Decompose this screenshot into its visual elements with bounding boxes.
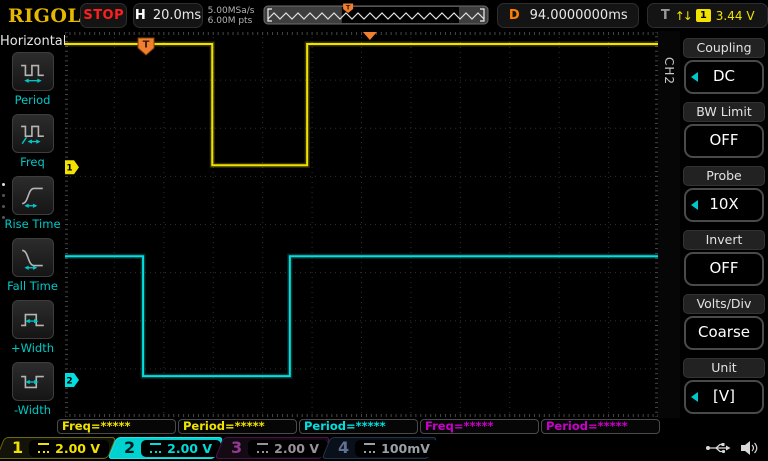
softkey-width[interactable]: -Width xyxy=(4,362,60,424)
brand-logo: RIGOL xyxy=(8,5,78,27)
measurement-readout: Period=***** xyxy=(541,419,660,434)
menu-item-value: 10X xyxy=(684,188,764,222)
left-arrow-icon xyxy=(691,72,698,82)
menu-channel-label: CH2 xyxy=(662,57,676,85)
trigger-status-box[interactable]: T ↑↓ 1 3.44 V xyxy=(647,3,768,28)
trigger-source-badge: 1 xyxy=(696,9,711,22)
svg-text:1: 1 xyxy=(66,164,72,174)
sample-rate: 5.00MSa/s xyxy=(208,6,259,16)
dc-coupling-icon xyxy=(364,443,375,453)
horizontal-timebase-box[interactable]: H 20.0ms xyxy=(133,3,202,28)
menu-item-value: DC xyxy=(684,60,764,94)
channel-scale-value: 2.00 V xyxy=(274,441,319,456)
left-arrow-icon xyxy=(691,200,698,210)
left-arrow-icon xyxy=(691,392,698,402)
menu-item-title: Probe xyxy=(683,166,765,186)
menu-item-unit[interactable]: Unit [V] xyxy=(680,358,768,414)
measurement-row: Freq=*****Period=*****Period=*****Freq=*… xyxy=(0,418,768,435)
channel-1-status[interactable]: 1 2.00 V xyxy=(0,437,116,459)
softkey-freq[interactable]: Freq xyxy=(4,114,60,176)
svg-text:2: 2 xyxy=(66,376,72,386)
channel-3-status[interactable]: 3 2.00 V xyxy=(215,437,331,459)
softkey-period[interactable]: Period xyxy=(4,52,60,114)
menu-item-value: OFF xyxy=(684,124,764,158)
horizontal-delay-box[interactable]: D 94.0000000ms xyxy=(497,3,639,28)
trigger-label: T xyxy=(661,8,670,23)
menu-item-value: Coarse xyxy=(684,316,764,350)
left-measure-menu: Horizontal Period Freq Rise Time Fall Ti… xyxy=(0,31,65,418)
menu-item-volts-div[interactable]: Volts/Div Coarse xyxy=(680,294,768,350)
measurement-readout: Freq=***** xyxy=(420,419,539,434)
run-state-indicator[interactable]: STOP xyxy=(80,3,127,28)
channel-number: 1 xyxy=(12,439,23,457)
softkey-label: Fall Time xyxy=(7,279,58,293)
top-bar: RIGOL STOP H 20.0ms 5.00MSa/s 6.00M pts … xyxy=(0,0,768,31)
softkey-fall-time[interactable]: Fall Time xyxy=(4,238,60,300)
minus-width-icon xyxy=(12,362,54,401)
menu-item-bw-limit[interactable]: BW Limit OFF xyxy=(680,102,768,158)
menu-item-title: Unit xyxy=(683,358,765,378)
softkey-label: Rise Time xyxy=(4,217,60,231)
channel-number: 2 xyxy=(124,439,135,457)
page-indicator-dots xyxy=(2,183,5,219)
measurement-readout: Period=***** xyxy=(178,419,297,434)
channel-number: 4 xyxy=(338,439,349,457)
status-icons xyxy=(705,440,758,456)
svg-text:T: T xyxy=(143,40,150,51)
acquisition-info: 5.00MSa/s 6.00M pts xyxy=(208,6,259,26)
menu-channel-strip: CH2 xyxy=(658,31,680,418)
main-area: Horizontal Period Freq Rise Time Fall Ti… xyxy=(0,31,768,418)
channel-scale-value: 2.00 V xyxy=(167,441,212,456)
menu-item-title: Invert xyxy=(683,230,765,250)
left-menu-title: Horizontal xyxy=(0,34,65,49)
measurement-readout: Freq=***** xyxy=(57,419,176,434)
memory-waveform-thumbnail[interactable]: T xyxy=(263,3,491,28)
channel-status-bar: 1 2.00 V 2 2.00 V 3 2.00 V 4 100mV xyxy=(0,435,768,461)
memory-depth: 6.00M pts xyxy=(208,16,259,26)
plus-width-icon xyxy=(12,300,54,339)
delay-value: 94.0000000ms xyxy=(530,8,628,23)
menu-item-title: Volts/Div xyxy=(683,294,765,314)
horizontal-label: H xyxy=(135,8,146,23)
menu-item-title: BW Limit xyxy=(683,102,765,122)
softkey-label: Period xyxy=(15,93,51,107)
menu-item-probe[interactable]: Probe 10X xyxy=(680,166,768,222)
softkey-width[interactable]: +Width xyxy=(4,300,60,362)
softkey-label: Freq xyxy=(20,155,45,169)
trigger-level-value: 3.44 V xyxy=(716,9,755,23)
softkey-label: +Width xyxy=(11,341,54,355)
dc-coupling-icon xyxy=(257,443,268,453)
menu-item-title: Coupling xyxy=(683,38,765,58)
waveform-display[interactable]: 1 2 T xyxy=(65,31,658,418)
oscilloscope-screen: RIGOL STOP H 20.0ms 5.00MSa/s 6.00M pts … xyxy=(0,0,768,461)
memory-waveform-icon: T xyxy=(263,3,491,28)
channel-4-status[interactable]: 4 100mV xyxy=(322,437,438,459)
fall-time-icon xyxy=(12,238,54,277)
timebase-value: 20.0ms xyxy=(153,8,201,23)
channel-scale-value: 100mV xyxy=(381,441,430,456)
speaker-icon xyxy=(740,440,758,456)
right-softkey-menu: Coupling DC BW Limit OFF Probe 10X Invert O… xyxy=(680,31,768,418)
softkey-label: -Width xyxy=(14,403,51,417)
delay-label: D xyxy=(509,8,520,23)
measurement-readout: Period=***** xyxy=(299,419,418,434)
dc-coupling-icon xyxy=(38,443,49,453)
svg-text:T: T xyxy=(346,4,351,12)
menu-item-coupling[interactable]: Coupling DC xyxy=(680,38,768,94)
menu-item-value: OFF xyxy=(684,252,764,286)
menu-item-value: [V] xyxy=(684,380,764,414)
period-icon xyxy=(12,52,54,91)
freq-icon xyxy=(12,114,54,153)
rise-time-icon xyxy=(12,176,54,215)
usb-icon xyxy=(705,441,731,455)
dc-coupling-icon xyxy=(150,443,161,453)
menu-item-invert[interactable]: Invert OFF xyxy=(680,230,768,286)
channel-2-status[interactable]: 2 2.00 V xyxy=(108,437,224,459)
channel-number: 3 xyxy=(231,439,242,457)
channel-scale-value: 2.00 V xyxy=(55,441,100,456)
trigger-slope-icon: ↑↓ xyxy=(675,9,691,23)
softkey-rise-time[interactable]: Rise Time xyxy=(4,176,60,238)
